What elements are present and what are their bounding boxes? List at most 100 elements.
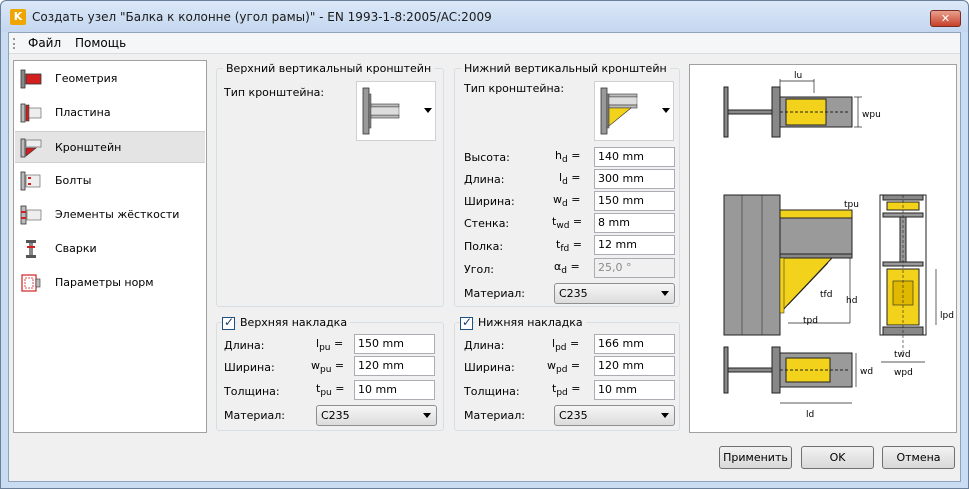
web-label: Стенка:	[464, 217, 510, 230]
checkmark-icon: ✓	[462, 315, 473, 329]
upper-plate-material-label: Материал:	[224, 409, 286, 422]
lower-bracket-type-icon	[600, 87, 638, 135]
flange-input[interactable]: 12 mm	[594, 235, 675, 255]
lower-plate-length-label: Длина:	[464, 339, 505, 352]
sidebar-item-stiffeners[interactable]: Элементы жёсткости	[15, 199, 205, 231]
chevron-down-icon	[662, 108, 670, 113]
lower-plate-width-input[interactable]: 120 mm	[594, 356, 675, 376]
lower-plate-thickness-symbol: tpd =	[552, 382, 581, 398]
upper-plate-group: ✓ Верхняя накладка Длина: lpu = 150 mm Ш…	[216, 315, 444, 431]
window-title: Создать узел "Балка к колонне (угол рамы…	[32, 10, 492, 24]
lower-plate-title: Нижняя накладка	[475, 316, 586, 329]
tfd-label: tfd	[820, 290, 832, 300]
tpd-label: tpd	[803, 316, 818, 326]
upper-plate-checkbox[interactable]: ✓	[222, 315, 235, 330]
title-bar[interactable]: K Создать узел "Балка к колонне (угол ра…	[1, 1, 968, 32]
lower-plate-thickness-label: Толщина:	[464, 385, 520, 398]
sidebar-item-label: Параметры норм	[55, 276, 154, 289]
upper-plate-thickness-input[interactable]: 10 mm	[354, 380, 435, 400]
height-label: Высота:	[464, 151, 510, 164]
apply-button[interactable]: Применить	[719, 446, 792, 469]
bracket-material-select[interactable]: C235	[554, 283, 675, 304]
lu-label: lu	[794, 71, 802, 81]
flange-symbol: tfd =	[556, 238, 582, 254]
web-input[interactable]: 8 mm	[594, 213, 675, 233]
upper-plate-thickness-label: Толщина:	[224, 385, 280, 398]
length-symbol: ld =	[559, 171, 581, 187]
dialog-window: K Создать узел "Балка к колонне (угол ра…	[0, 0, 969, 489]
upper-plate-length-symbol: lpu =	[316, 337, 344, 353]
menu-help[interactable]: Помощь	[75, 36, 126, 50]
material-label: Материал:	[464, 287, 526, 300]
upper-bracket-type-label: Тип кронштейна:	[224, 86, 325, 99]
connection-drawing: lu wpu tpu tfd hd tpd lpd twd wpd wd ld	[723, 71, 954, 420]
lpd-label: lpd	[940, 311, 954, 321]
lower-plate-width-label: Ширина:	[464, 361, 515, 374]
sidebar-item-plate[interactable]: Пластина	[15, 97, 205, 129]
width-symbol: wd =	[553, 193, 581, 209]
sidebar-item-label: Элементы жёсткости	[55, 208, 180, 221]
upper-plate-width-label: Ширина:	[224, 361, 275, 374]
app-logo-icon: K	[10, 9, 26, 25]
lower-bracket-type-label: Тип кронштейна:	[464, 82, 565, 95]
section-view: lpd twd wpd	[879, 194, 954, 378]
chevron-down-icon	[423, 413, 431, 418]
lower-plate-material-select[interactable]: C235	[554, 405, 675, 426]
elevation-view: tpu tfd hd tpd	[723, 194, 859, 336]
upper-plate-thickness-symbol: tpu =	[316, 382, 345, 398]
height-symbol: hd =	[555, 149, 581, 165]
menu-file[interactable]: Файл	[28, 36, 61, 50]
width-input[interactable]: 150 mm	[594, 191, 675, 211]
lower-plate-length-input[interactable]: 166 mm	[594, 334, 675, 354]
length-input[interactable]: 300 mm	[594, 169, 675, 189]
sidebar-item-label: Сварки	[55, 242, 97, 255]
upper-bracket-type-selector[interactable]	[356, 81, 436, 141]
sidebar-item-bolts[interactable]: Болты	[15, 165, 205, 197]
chevron-down-icon	[424, 108, 432, 113]
lower-plate-width-symbol: wpd =	[547, 359, 581, 375]
lower-plate-length-symbol: lpd =	[552, 337, 580, 353]
lower-bracket-title: Нижний вертикальный кронштейн	[461, 62, 670, 75]
lower-bracket-group: Нижний вертикальный кронштейн Тип кроншт…	[454, 62, 680, 307]
upper-plate-length-input[interactable]: 150 mm	[354, 334, 435, 354]
lower-plate-thickness-input[interactable]: 10 mm	[594, 380, 675, 400]
sidebar-item-geometry[interactable]: Геометрия	[15, 63, 205, 95]
top-view: lu wpu	[723, 71, 881, 138]
sidebar-item-label: Кронштейн	[55, 141, 122, 154]
bottom-view: wd ld	[723, 346, 873, 420]
web-symbol: twd =	[552, 215, 583, 231]
sidebar-item-bracket[interactable]: Кронштейн	[15, 131, 205, 163]
welds-icon	[26, 240, 36, 258]
bracket-material-value: C235	[559, 287, 588, 300]
lower-bracket-type-selector[interactable]	[594, 81, 674, 141]
ok-button[interactable]: OK	[801, 446, 874, 469]
upper-plate-material-select[interactable]: C235	[316, 405, 437, 426]
height-input[interactable]: 140 mm	[594, 147, 675, 167]
upper-plate-length-label: Длина:	[224, 339, 265, 352]
sidebar-nav: Геометрия Пластина Кронштейн Болты Элеме…	[13, 60, 207, 433]
tpu-label: tpu	[844, 200, 859, 210]
upper-plate-width-symbol: wpu =	[311, 359, 345, 375]
hd-label: hd	[846, 296, 857, 306]
upper-plate-title: Верхняя накладка	[237, 316, 351, 329]
sidebar-item-code-params[interactable]: Параметры норм	[15, 267, 205, 299]
geometry-icon	[20, 69, 42, 89]
sidebar-item-welds[interactable]: Сварки	[15, 233, 205, 265]
checkmark-icon: ✓	[224, 315, 235, 329]
wd-label: wd	[860, 367, 873, 377]
cancel-button[interactable]: Отмена	[882, 446, 955, 469]
upper-bracket-type-icon	[362, 87, 400, 135]
connection-preview: lu wpu tpu tfd hd tpd lpd twd wpd wd ld	[689, 64, 957, 433]
chevron-down-icon	[661, 413, 669, 418]
ld-label: ld	[806, 410, 814, 420]
stiffeners-icon	[20, 205, 42, 225]
flange-label: Полка:	[464, 240, 504, 253]
close-button[interactable]: ✕	[930, 10, 961, 27]
upper-plate-material-value: C235	[321, 409, 350, 422]
dialog-body: Файл Помощь Геометрия Пластина Кронштейн…	[8, 32, 961, 482]
upper-plate-width-input[interactable]: 120 mm	[354, 356, 435, 376]
upper-bracket-title: Верхний вертикальный кронштейн	[223, 62, 435, 75]
code-params-icon	[21, 274, 41, 292]
length-label: Длина:	[464, 173, 505, 186]
lower-plate-checkbox[interactable]: ✓	[460, 315, 473, 330]
